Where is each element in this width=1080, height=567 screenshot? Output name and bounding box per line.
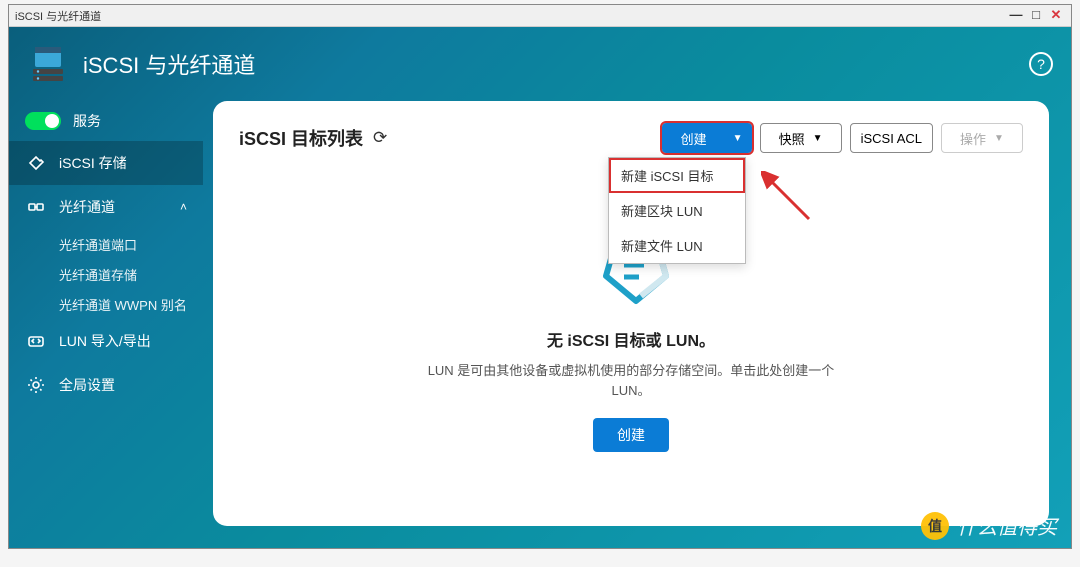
maximize-button[interactable]: □ [1027,8,1045,24]
sidebar-item-label: 光纤通道 [59,197,115,217]
create-dropdown: 新建 iSCSI 目标 新建区块 LUN 新建文件 LUN [608,157,746,264]
empty-title: 无 iSCSI 目标或 LUN。 [547,327,715,351]
caret-down-icon: ▼ [733,133,743,144]
watermark: 值 什么值得买 [921,511,1057,540]
sidebar-item-lun-io[interactable]: LUN 导入/导出 [9,319,203,363]
sidebar: 服务 iSCSI 存储 光纤通道 [9,27,203,548]
content-panel: iSCSI 目标列表 ⟳ 创建 ▼ 快照 ▼ iSCSI ACL [213,101,1049,526]
page-title: iSCSI 与光纤通道 [83,48,255,80]
close-button[interactable]: ✕ [1047,8,1065,24]
sidebar-service[interactable]: 服务 [9,101,203,141]
app-window: iSCSI 与光纤通道 — □ ✕ iSCSI 与光纤通道 ? [8,4,1072,549]
annotation-arrow [761,171,821,231]
dropdown-new-file-lun[interactable]: 新建文件 LUN [609,228,745,263]
panel-title: iSCSI 目标列表 [239,125,363,151]
iscsi-acl-button[interactable]: iSCSI ACL [850,123,933,153]
help-icon[interactable]: ? [1029,52,1053,76]
titlebar: iSCSI 与光纤通道 — □ ✕ [9,5,1071,27]
sidebar-item-label: 服务 [73,111,101,131]
operations-button: 操作 ▼ [941,123,1023,153]
caret-down-icon: ▼ [994,133,1004,144]
empty-create-button[interactable]: 创建 [593,418,669,452]
sidebar-item-fibre-channel[interactable]: 光纤通道 ˄ [9,185,203,229]
watermark-badge: 值 [921,512,949,540]
chevron-up-icon: ˄ [180,200,187,214]
app-icon [27,43,69,85]
caret-down-icon: ▼ [813,133,823,144]
refresh-icon[interactable]: ⟳ [373,128,387,148]
sidebar-item-global-settings[interactable]: 全局设置 [9,363,203,407]
snapshot-button[interactable]: 快照 ▼ [760,123,842,153]
sidebar-item-label: 全局设置 [59,375,115,395]
import-export-icon [25,332,47,350]
sidebar-sub-fc-storage[interactable]: 光纤通道存储 [9,259,203,289]
window-title: iSCSI 与光纤通道 [15,8,101,24]
watermark-text: 什么值得买 [957,511,1057,540]
fibre-icon [25,198,47,216]
sidebar-item-iscsi-storage[interactable]: iSCSI 存储 [9,141,203,185]
sidebar-item-label: iSCSI 存储 [59,153,127,173]
panel-header: iSCSI 目标列表 ⟳ 创建 ▼ 快照 ▼ iSCSI ACL [239,123,1023,153]
sidebar-sub-fc-wwpn[interactable]: 光纤通道 WWPN 别名 [9,289,203,319]
service-toggle[interactable] [25,112,61,130]
storage-icon [25,154,47,172]
sidebar-sub-fc-port[interactable]: 光纤通道端口 [9,229,203,259]
minimize-button[interactable]: — [1007,8,1025,24]
empty-state: 无 iSCSI 目标或 LUN。 LUN 是可由其他设备或虚拟机使用的部分存储空… [213,231,1049,452]
sidebar-item-label: LUN 导入/导出 [59,331,151,351]
dropdown-new-block-lun[interactable]: 新建区块 LUN [609,193,745,228]
app-header: iSCSI 与光纤通道 ? [27,39,1053,89]
toolbar: 创建 ▼ 快照 ▼ iSCSI ACL 操作 ▼ [662,123,1023,153]
main-content: iSCSI 目标列表 ⟳ 创建 ▼ 快照 ▼ iSCSI ACL [203,27,1071,548]
dropdown-new-iscsi-target[interactable]: 新建 iSCSI 目标 [609,158,745,193]
create-button[interactable]: 创建 ▼ [662,123,752,153]
empty-description: LUN 是可由其他设备或虚拟机使用的部分存储空间。单击此处创建一个 LUN。 [421,361,841,400]
gear-icon [25,376,47,394]
